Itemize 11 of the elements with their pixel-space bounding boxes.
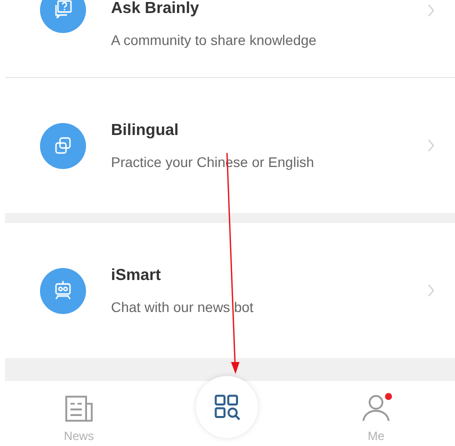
item-title: Bilingual <box>111 122 180 140</box>
tab-button[interactable]: Me <box>336 391 416 446</box>
item-title: iSmart <box>111 266 162 284</box>
chevron-right-icon[interactable] <box>427 2 435 19</box>
item-subtitle: Chat with our news bot <box>111 298 254 314</box>
tab-button[interactable]: News <box>38 391 119 446</box>
chevron-right-icon[interactable] <box>427 137 435 154</box>
chevron-right-icon[interactable] <box>427 282 435 299</box>
item-title: Ask Brainly <box>111 0 200 18</box>
item-subtitle: A community to share knowledge <box>111 32 318 48</box>
scan-grid-icon <box>212 392 242 422</box>
